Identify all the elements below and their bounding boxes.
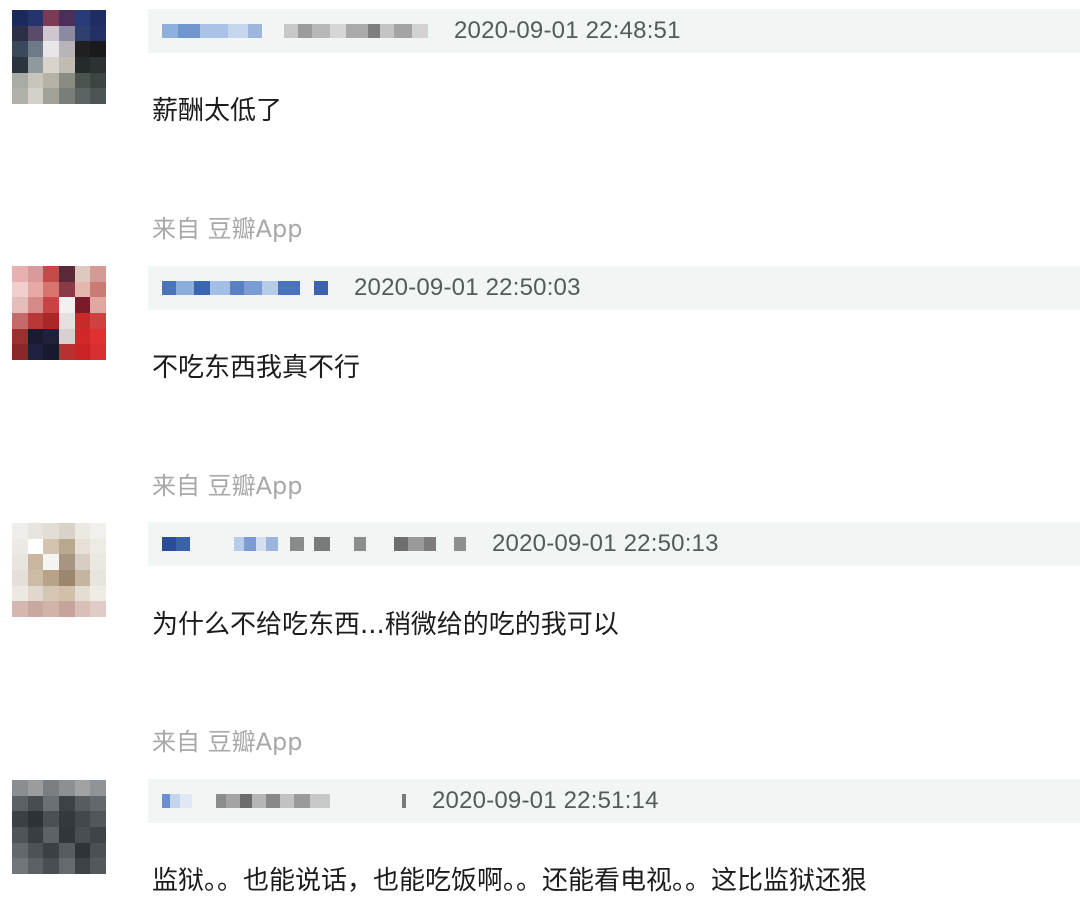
avatar[interactable] [12,780,106,874]
username-blurred[interactable] [162,536,466,552]
comment-text: 为什么不给吃东西...稍微给的吃的我可以 [152,610,619,640]
comment-source: 来自 豆瓣App [152,215,303,243]
username-blurred[interactable] [162,280,328,296]
avatar[interactable] [12,523,106,617]
comment-source: 来自 豆瓣App [152,728,303,756]
comment-meta-bar: 2020-09-01 22:50:13 [148,522,1080,566]
username-blurred[interactable] [162,23,428,39]
comment-source: 来自 豆瓣App [152,472,303,500]
comment-text: 薪酬太低了 [152,96,283,126]
comment-text: 监狱。。也能说话，也能吃饭啊。。还能看电视。。这比监狱还狠 [152,866,868,896]
comment-timestamp: 2020-09-01 22:48:51 [454,17,681,44]
username-blurred[interactable] [162,793,406,809]
comment-timestamp: 2020-09-01 22:50:13 [492,530,719,557]
comment-timestamp: 2020-09-01 22:51:14 [432,787,659,814]
comment-meta-bar: 2020-09-01 22:50:03 [148,266,1080,310]
comment-timestamp: 2020-09-01 22:50:03 [354,274,581,301]
comment-meta-bar: 2020-09-01 22:51:14 [148,779,1080,823]
comment-text: 不吃东西我真不行 [152,353,361,383]
avatar[interactable] [12,266,106,360]
comment-meta-bar: 2020-09-01 22:48:51 [148,9,1080,53]
avatar[interactable] [12,10,106,104]
